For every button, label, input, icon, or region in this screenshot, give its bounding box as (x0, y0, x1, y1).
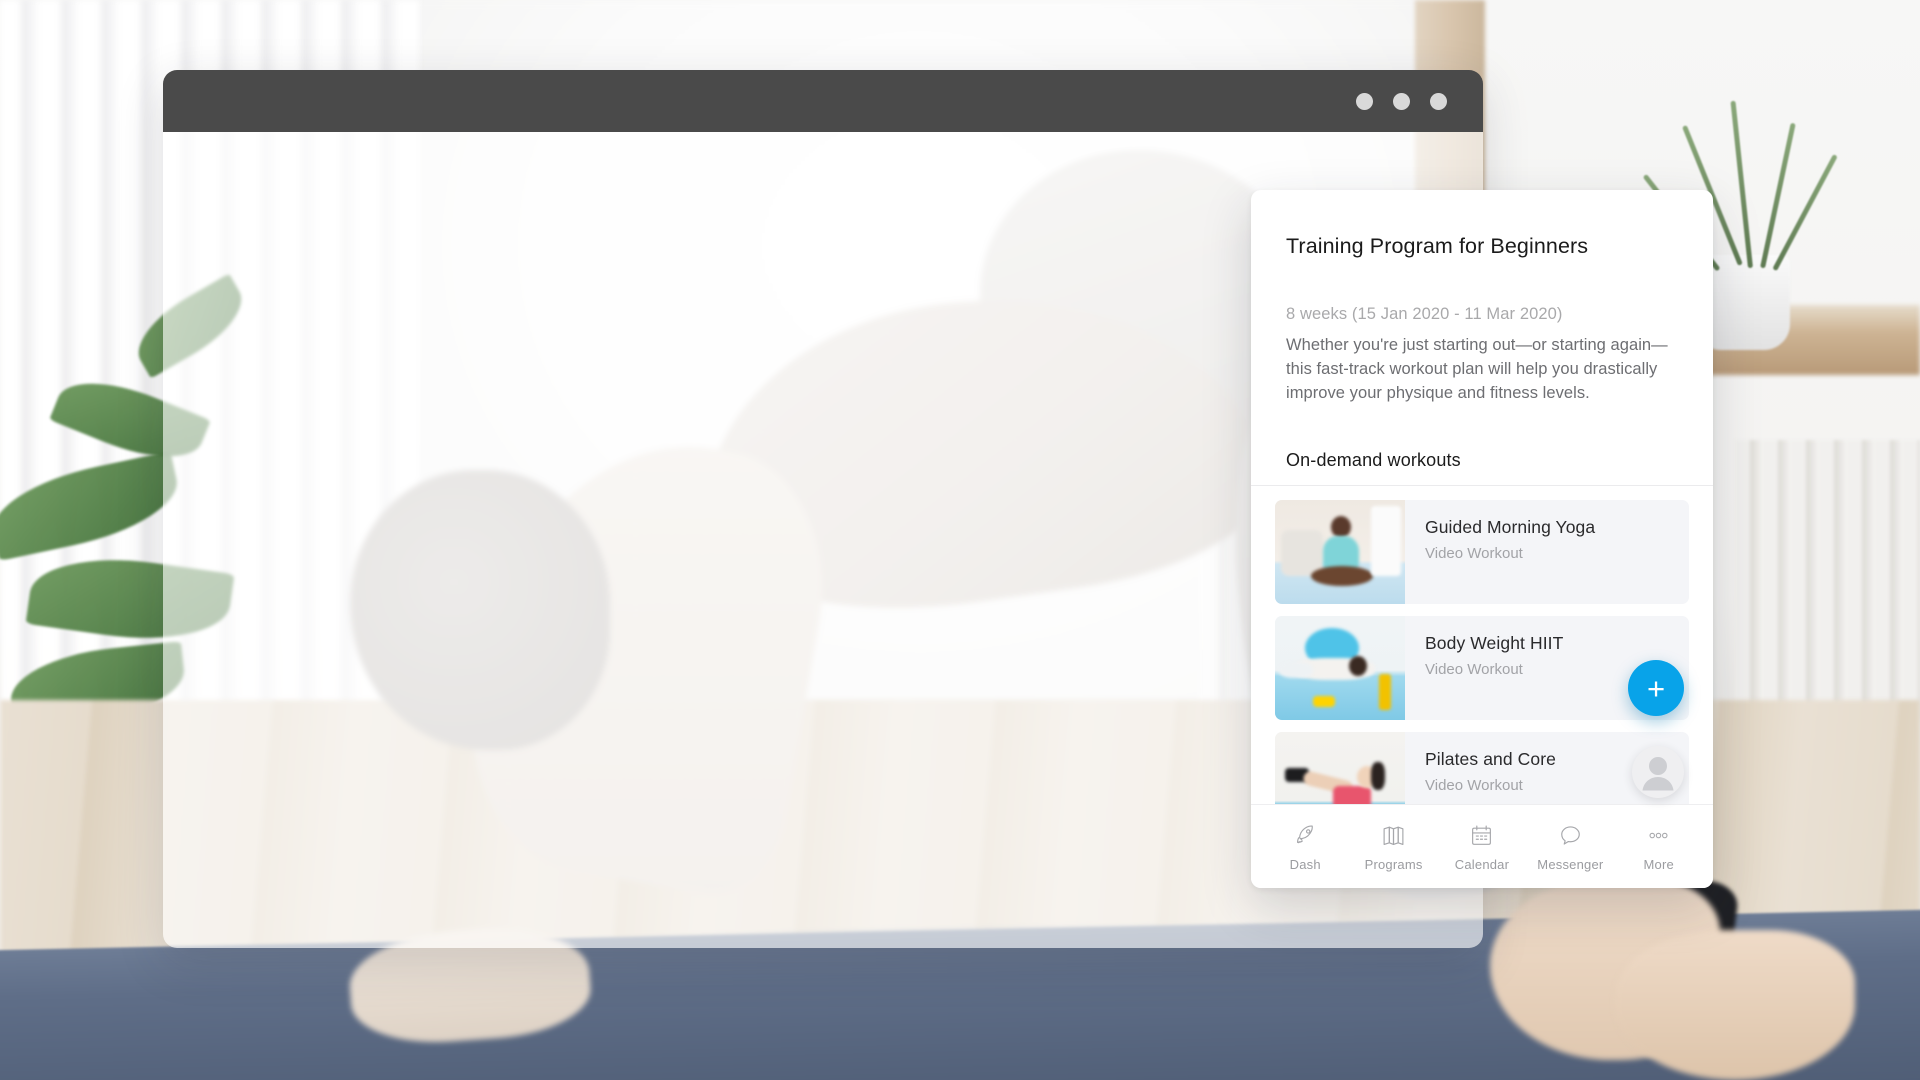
nav-item-messenger[interactable]: Messenger (1531, 822, 1609, 872)
section-heading-on-demand: On-demand workouts (1286, 449, 1461, 470)
nav-label: Messenger (1537, 856, 1604, 872)
workout-text: Body Weight HIIT Video Workout (1405, 616, 1563, 720)
list-item-title: Body Weight HIIT (1425, 632, 1564, 653)
radiator-right (1735, 440, 1920, 720)
list-item-subtitle: Video Workout (1425, 776, 1523, 794)
nav-label: More (1643, 856, 1674, 872)
bottom-navigation: Dash Programs Calendar Messenger More (1251, 804, 1713, 888)
add-button[interactable]: + (1628, 660, 1684, 716)
calendar-icon (1469, 822, 1494, 849)
program-header: Training Program for Beginners 8 weeks (… (1251, 190, 1713, 406)
yoga-thumbnail (1275, 499, 1405, 604)
nav-label: Calendar (1454, 856, 1510, 872)
nav-item-dash[interactable]: Dash (1266, 822, 1344, 872)
nav-item-programs[interactable]: Programs (1355, 822, 1433, 872)
list-item-subtitle: Video Workout (1425, 544, 1523, 562)
page-title: Training Program for Beginners (1286, 234, 1589, 258)
nav-item-calendar[interactable]: Calendar (1443, 822, 1521, 872)
plus-icon: + (1646, 670, 1666, 706)
rocket-icon (1293, 822, 1318, 849)
nav-label: Programs (1364, 856, 1423, 872)
chat-bubble-icon (1558, 822, 1583, 849)
pilates-thumbnail (1275, 731, 1405, 804)
list-item-title: Pilates and Core (1425, 748, 1556, 769)
avatar[interactable] (1632, 746, 1684, 798)
book-icon (1381, 822, 1406, 849)
program-duration: 8 weeks (15 Jan 2020 - 11 Mar 2020) (1286, 305, 1563, 323)
list-item-subtitle: Video Workout (1425, 660, 1523, 678)
program-description: Whether you're just starting out—or star… (1286, 336, 1668, 402)
list-item[interactable]: Pilates and Core Video Workout (1275, 731, 1689, 804)
ellipsis-icon (1645, 822, 1672, 849)
workout-text: Guided Morning Yoga Video Workout (1405, 500, 1595, 604)
workout-text: Pilates and Core Video Workout (1405, 732, 1556, 804)
hiit-thumbnail (1275, 615, 1405, 720)
list-item[interactable]: Body Weight HIIT Video Workout (1275, 615, 1689, 720)
user-avatar-icon (1642, 757, 1674, 791)
person-foot-right (1615, 930, 1855, 1080)
nav-label: Dash (1289, 856, 1321, 872)
window-dot-1[interactable] (1356, 92, 1373, 110)
window-dot-3[interactable] (1430, 92, 1447, 110)
list-item-title: Guided Morning Yoga (1425, 516, 1596, 537)
browser-titlebar (163, 70, 1483, 132)
list-item[interactable]: Guided Morning Yoga Video Workout (1275, 499, 1689, 604)
window-dot-2[interactable] (1393, 92, 1410, 110)
nav-item-more[interactable]: More (1620, 822, 1698, 872)
